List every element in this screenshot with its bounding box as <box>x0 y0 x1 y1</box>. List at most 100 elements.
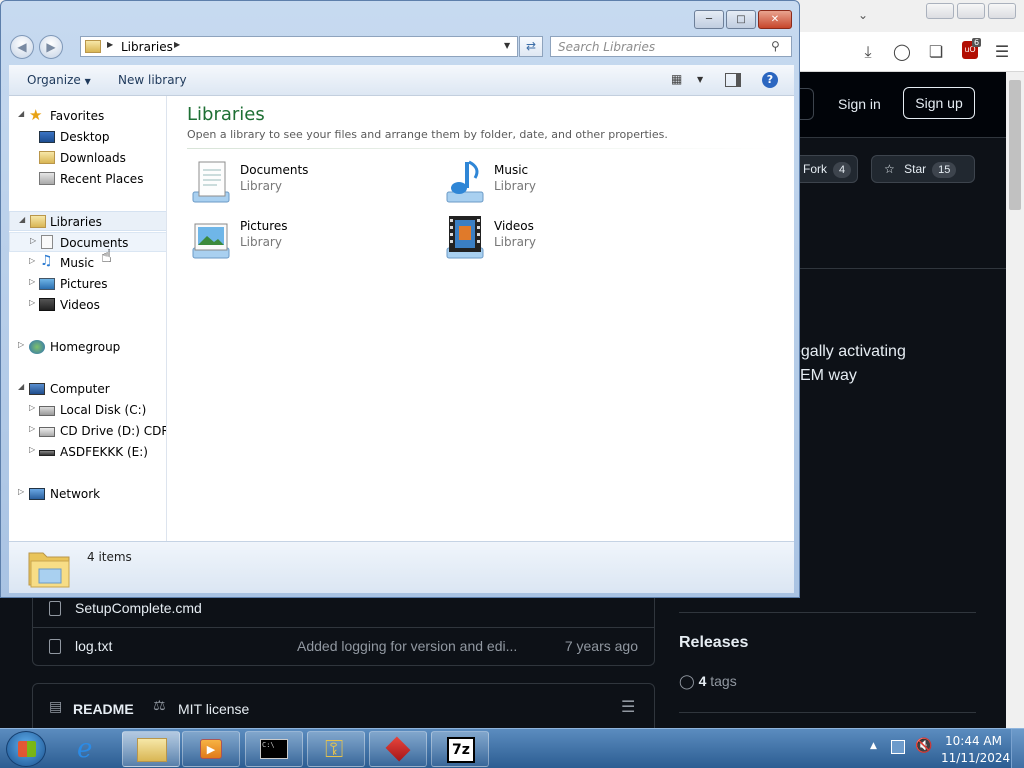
download-icon[interactable]: ⤓ <box>857 41 879 63</box>
desktop-icon <box>39 131 55 143</box>
library-item-documents[interactable]: Documents Library <box>187 158 427 208</box>
nav-documents[interactable]: ▷ Documents <box>9 232 166 252</box>
page-subtitle: Open a library to see your files and arr… <box>187 128 668 141</box>
collapse-arrow-icon[interactable]: ◢ <box>18 109 24 118</box>
clock-time[interactable]: 10:44 AM <box>945 734 1002 748</box>
taskbar-7zip[interactable]: 7z <box>431 731 489 767</box>
expand-arrow-icon[interactable]: ▷ <box>29 256 35 265</box>
commit-message[interactable]: Added logging for version and edi... <box>297 638 517 654</box>
releases-title[interactable]: Releases <box>679 634 748 652</box>
nav-libraries[interactable]: ◢ Libraries <box>9 211 166 231</box>
show-hidden-icons-icon[interactable]: ▲ <box>870 741 877 751</box>
sign-up-button[interactable]: Sign up <box>903 87 975 119</box>
star-button[interactable]: ☆ Star 15 <box>871 155 975 183</box>
browser-minimize-button[interactable] <box>926 3 954 19</box>
show-desktop-button[interactable] <box>1011 729 1024 768</box>
tags-link[interactable]: ◯ 4 tags <box>679 673 737 690</box>
menu-icon[interactable]: ☰ <box>991 41 1013 63</box>
minimize-button[interactable]: ─ <box>694 10 724 29</box>
volume-muted-icon[interactable]: 🔇 <box>915 738 932 754</box>
tab-dropdown-icon[interactable]: ⌄ <box>858 8 868 22</box>
page-scrollbar-thumb[interactable] <box>1009 80 1021 210</box>
details-pane: 4 items <box>9 541 794 593</box>
help-icon[interactable]: ? <box>762 72 778 88</box>
maximize-button[interactable]: □ <box>726 10 756 29</box>
clock-date[interactable]: 11/11/2024 <box>941 751 1010 765</box>
view-options-icon[interactable]: ▦ <box>671 72 682 86</box>
library-item-music[interactable]: Music Library <box>441 158 681 208</box>
nav-usb-drive[interactable]: ▷ ASDFEKKK (E:) <box>9 442 166 462</box>
collapse-arrow-icon[interactable]: ◢ <box>19 215 25 224</box>
nav-videos-label: Videos <box>60 298 100 312</box>
library-item-pictures[interactable]: Pictures Library <box>187 214 427 264</box>
file-row[interactable]: log.txt Added logging for version and ed… <box>33 628 654 666</box>
expand-arrow-icon[interactable]: ▷ <box>18 340 24 349</box>
collapse-arrow-icon[interactable]: ◢ <box>18 382 24 391</box>
hard-drive-icon <box>39 406 55 416</box>
nav-videos[interactable]: ▷ Videos <box>9 295 166 315</box>
taskbar-media-player[interactable]: ▶ <box>182 731 240 767</box>
start-button[interactable] <box>6 731 46 767</box>
nav-pictures[interactable]: ▷ Pictures <box>9 274 166 294</box>
cd-drive-icon <box>39 427 55 437</box>
nav-network[interactable]: ▷ Network <box>9 484 166 504</box>
browser-restore-button[interactable] <box>957 3 985 19</box>
taskbar-command-prompt[interactable]: C:\ <box>245 731 303 767</box>
browser-close-button[interactable] <box>988 3 1016 19</box>
nav-cd-drive[interactable]: ▷ CD Drive (D:) CDROM <box>9 421 166 441</box>
readme-tab[interactable]: README <box>73 701 134 717</box>
taskbar-internet-explorer[interactable]: e <box>62 731 120 767</box>
license-tab[interactable]: MIT license <box>178 701 249 717</box>
library-item-videos[interactable]: Videos Library <box>441 214 681 264</box>
documents-icon <box>41 235 53 249</box>
search-icon[interactable]: ⚲ <box>771 39 785 53</box>
search-input[interactable]: Search Libraries <box>550 36 792 57</box>
taskbar-red-app[interactable] <box>369 731 427 767</box>
content-pane[interactable]: Libraries Open a library to see your fil… <box>167 96 794 541</box>
expand-arrow-icon[interactable]: ▷ <box>29 298 35 307</box>
nav-computer[interactable]: ◢ Computer <box>9 379 166 399</box>
new-library-button[interactable]: New library <box>118 73 187 87</box>
expand-arrow-icon[interactable]: ▷ <box>29 445 35 454</box>
nav-favorites[interactable]: ◢ ★ Favorites <box>9 106 166 126</box>
taskbar-file-explorer[interactable] <box>122 731 180 767</box>
outline-icon[interactable]: ☰ <box>621 697 635 716</box>
network-tray-icon[interactable] <box>891 740 905 754</box>
close-button[interactable]: ✕ <box>758 10 792 29</box>
back-button[interactable]: ◀ <box>10 35 34 59</box>
breadcrumb-libraries[interactable]: Libraries <box>121 40 173 54</box>
refresh-button[interactable]: ⇄ <box>519 36 543 57</box>
tag-icon: ◯ <box>679 673 695 689</box>
taskbar-keys-tool[interactable]: ⚿ <box>307 731 365 767</box>
sign-in-link[interactable]: Sign in <box>838 96 881 112</box>
expand-arrow-icon[interactable]: ▷ <box>29 277 35 286</box>
nav-downloads[interactable]: Downloads <box>9 148 166 168</box>
expand-arrow-icon[interactable]: ▷ <box>29 424 35 433</box>
expand-arrow-icon[interactable]: ▷ <box>29 403 35 412</box>
address-bar[interactable]: ▶ Libraries ▶ ▼ <box>80 36 518 57</box>
nav-local-disk[interactable]: ▷ Local Disk (C:) <box>9 400 166 420</box>
breadcrumb-arrow-icon[interactable]: ▶ <box>107 40 113 49</box>
library-name: Music <box>494 163 529 177</box>
navigation-pane[interactable]: ◢ ★ Favorites Desktop Downloads Recent P… <box>9 96 167 541</box>
nav-homegroup[interactable]: ▷ Homegroup <box>9 337 166 357</box>
divider <box>679 712 976 713</box>
nav-recent-places[interactable]: Recent Places <box>9 169 166 189</box>
book-icon: ▤ <box>49 699 63 715</box>
file-icon <box>49 601 61 616</box>
library-name: Videos <box>494 219 534 233</box>
organize-button[interactable]: Organize ▼ <box>27 73 91 87</box>
preview-pane-icon[interactable] <box>725 73 741 87</box>
expand-arrow-icon[interactable]: ▷ <box>18 487 24 496</box>
extensions-icon[interactable]: ❏ <box>925 41 947 63</box>
file-name[interactable]: log.txt <box>75 638 112 654</box>
account-icon[interactable]: ◯ <box>891 41 913 63</box>
breadcrumb-arrow-icon[interactable]: ▶ <box>174 40 180 49</box>
forward-button[interactable]: ▶ <box>39 35 63 59</box>
address-dropdown-icon[interactable]: ▼ <box>504 41 510 50</box>
nav-desktop[interactable]: Desktop <box>9 127 166 147</box>
chevron-down-icon[interactable]: ▼ <box>697 75 703 84</box>
expand-arrow-icon[interactable]: ▷ <box>30 236 36 245</box>
file-name[interactable]: SetupComplete.cmd <box>75 600 202 616</box>
nav-music[interactable]: ▷ ♫ Music <box>9 253 166 273</box>
